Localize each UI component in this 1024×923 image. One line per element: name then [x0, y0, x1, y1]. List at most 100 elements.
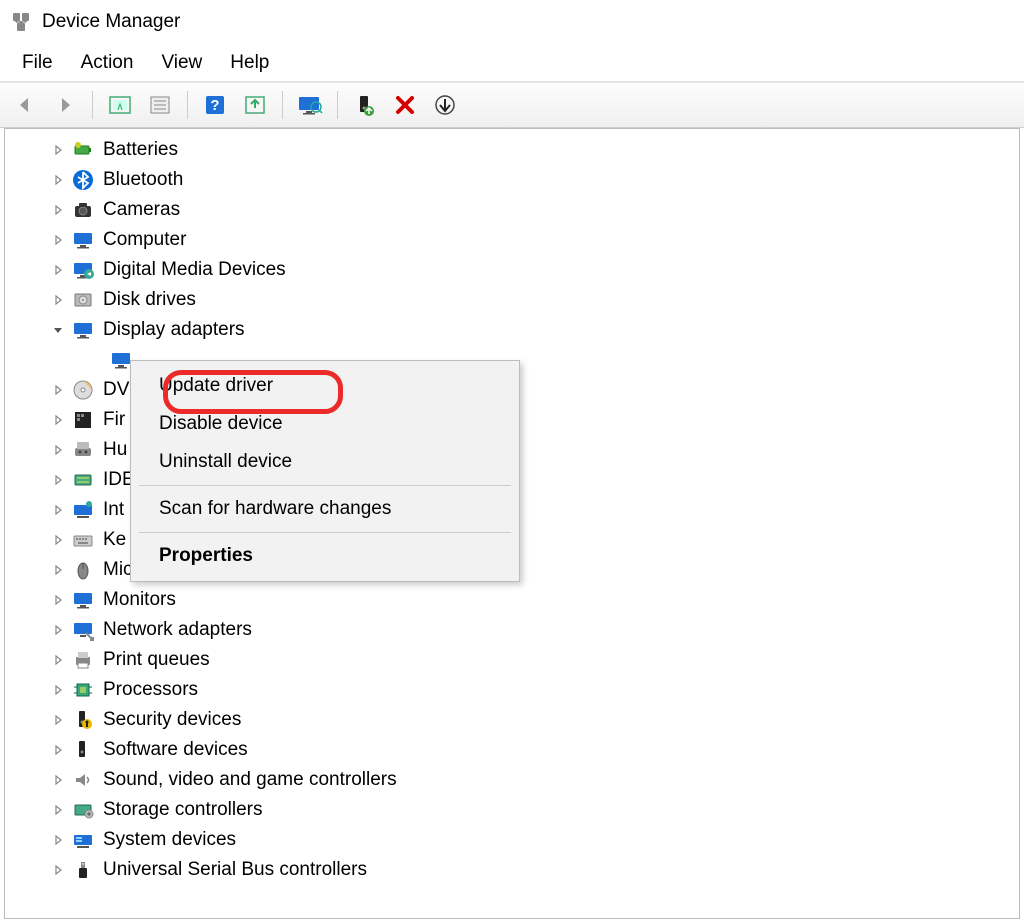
- chevron-right-icon[interactable]: [51, 413, 65, 427]
- tree-item-digital-media-devices[interactable]: Digital Media Devices: [5, 255, 1019, 285]
- delete-button[interactable]: [388, 88, 422, 122]
- toolbar-separator: [282, 91, 283, 119]
- chevron-right-icon[interactable]: [51, 233, 65, 247]
- chevron-right-icon[interactable]: [51, 593, 65, 607]
- tree-item-label: Sound, video and game controllers: [103, 769, 397, 791]
- tree-item-bluetooth[interactable]: Bluetooth: [5, 165, 1019, 195]
- tree-item-storage-controllers[interactable]: Storage controllers: [5, 795, 1019, 825]
- tree-item-batteries[interactable]: Batteries: [5, 135, 1019, 165]
- menu-help[interactable]: Help: [216, 48, 283, 77]
- tree-item-label: Processors: [103, 679, 198, 701]
- context-menu-update-driver[interactable]: Update driver: [131, 367, 519, 405]
- scan-hardware-button[interactable]: [428, 88, 462, 122]
- menu-view[interactable]: View: [147, 48, 216, 77]
- chevron-right-icon[interactable]: [51, 743, 65, 757]
- device-manager-icon: [10, 11, 32, 33]
- context-menu-separator: [139, 532, 511, 533]
- context-menu-separator: [139, 485, 511, 486]
- chevron-right-icon[interactable]: [51, 293, 65, 307]
- tree-item-label: Hu: [103, 439, 127, 461]
- bluetooth-icon: [71, 168, 95, 192]
- chevron-right-icon[interactable]: [51, 773, 65, 787]
- tree-item-security-devices[interactable]: Security devices: [5, 705, 1019, 735]
- tree-item-cameras[interactable]: Cameras: [5, 195, 1019, 225]
- tree-item-label: Int: [103, 499, 124, 521]
- show-hidden-button[interactable]: [103, 88, 137, 122]
- tree-item-disk-drives[interactable]: Disk drives: [5, 285, 1019, 315]
- chevron-down-icon[interactable]: [51, 323, 65, 337]
- chevron-right-icon[interactable]: [51, 503, 65, 517]
- context-menu-scan-for-hardware-changes[interactable]: Scan for hardware changes: [131, 490, 519, 528]
- tree-item-system-devices[interactable]: System devices: [5, 825, 1019, 855]
- properties-button[interactable]: [143, 88, 177, 122]
- tree-item-label: Fir: [103, 409, 125, 431]
- keyboard-icon: [71, 528, 95, 552]
- forward-button[interactable]: [48, 88, 82, 122]
- printer-icon: [71, 648, 95, 672]
- tree-item-label: Bluetooth: [103, 169, 183, 191]
- tree-item-label: System devices: [103, 829, 236, 851]
- help-button[interactable]: ?: [198, 88, 232, 122]
- chevron-right-icon[interactable]: [51, 473, 65, 487]
- camera-icon: [71, 198, 95, 222]
- title-bar: Device Manager: [0, 0, 1024, 44]
- network-icon: [71, 498, 95, 522]
- chevron-right-icon[interactable]: [51, 533, 65, 547]
- dvd-icon: [71, 378, 95, 402]
- context-menu-disable-device[interactable]: Disable device: [131, 405, 519, 443]
- menu-action[interactable]: Action: [67, 48, 148, 77]
- ide-icon: [71, 468, 95, 492]
- context-menu: Update driverDisable deviceUninstall dev…: [130, 360, 520, 582]
- tree-item-label: Digital Media Devices: [103, 259, 286, 281]
- tree-item-label: Software devices: [103, 739, 248, 761]
- tree-item-label: Security devices: [103, 709, 241, 731]
- tree-item-monitors[interactable]: Monitors: [5, 585, 1019, 615]
- tree-item-network-adapters[interactable]: Network adapters: [5, 615, 1019, 645]
- mouse-icon: [71, 558, 95, 582]
- chevron-right-icon[interactable]: [51, 653, 65, 667]
- menu-file[interactable]: File: [8, 48, 67, 77]
- tree-item-sound-video-and-game-controllers[interactable]: Sound, video and game controllers: [5, 765, 1019, 795]
- tree-item-label: Display adapters: [103, 319, 245, 341]
- update-driver-tool-button[interactable]: [238, 88, 272, 122]
- netadapter-icon: [71, 618, 95, 642]
- tree-item-universal-serial-bus-controllers[interactable]: Universal Serial Bus controllers: [5, 855, 1019, 885]
- media-icon: [71, 258, 95, 282]
- chevron-right-icon[interactable]: [51, 443, 65, 457]
- chevron-right-icon[interactable]: [51, 833, 65, 847]
- monitor-tool-button[interactable]: [293, 88, 327, 122]
- chevron-right-icon[interactable]: [51, 563, 65, 577]
- tree-item-label: DV: [103, 379, 129, 401]
- enable-device-button[interactable]: [348, 88, 382, 122]
- context-menu-properties[interactable]: Properties: [131, 537, 519, 575]
- cpu-icon: [71, 678, 95, 702]
- chevron-right-icon[interactable]: [51, 173, 65, 187]
- toolbar-separator: [337, 91, 338, 119]
- spacer: [89, 353, 103, 367]
- chevron-right-icon[interactable]: [51, 383, 65, 397]
- toolbar-separator: [187, 91, 188, 119]
- tree-item-label: Network adapters: [103, 619, 252, 641]
- chevron-right-icon[interactable]: [51, 803, 65, 817]
- tree-item-display-adapters[interactable]: Display adapters: [5, 315, 1019, 345]
- tree-item-software-devices[interactable]: Software devices: [5, 735, 1019, 765]
- tree-item-processors[interactable]: Processors: [5, 675, 1019, 705]
- tree-item-label: Batteries: [103, 139, 178, 161]
- context-menu-uninstall-device[interactable]: Uninstall device: [131, 443, 519, 481]
- monitor-icon: [71, 588, 95, 612]
- tree-item-label: Monitors: [103, 589, 176, 611]
- chevron-right-icon[interactable]: [51, 863, 65, 877]
- window-title: Device Manager: [42, 11, 180, 33]
- chevron-right-icon[interactable]: [51, 683, 65, 697]
- chevron-right-icon[interactable]: [51, 143, 65, 157]
- disk-icon: [71, 288, 95, 312]
- back-button[interactable]: [8, 88, 42, 122]
- software-icon: [71, 738, 95, 762]
- tree-item-computer[interactable]: Computer: [5, 225, 1019, 255]
- chevron-right-icon[interactable]: [51, 713, 65, 727]
- chevron-right-icon[interactable]: [51, 263, 65, 277]
- usb-icon: [71, 858, 95, 882]
- chevron-right-icon[interactable]: [51, 203, 65, 217]
- chevron-right-icon[interactable]: [51, 623, 65, 637]
- tree-item-print-queues[interactable]: Print queues: [5, 645, 1019, 675]
